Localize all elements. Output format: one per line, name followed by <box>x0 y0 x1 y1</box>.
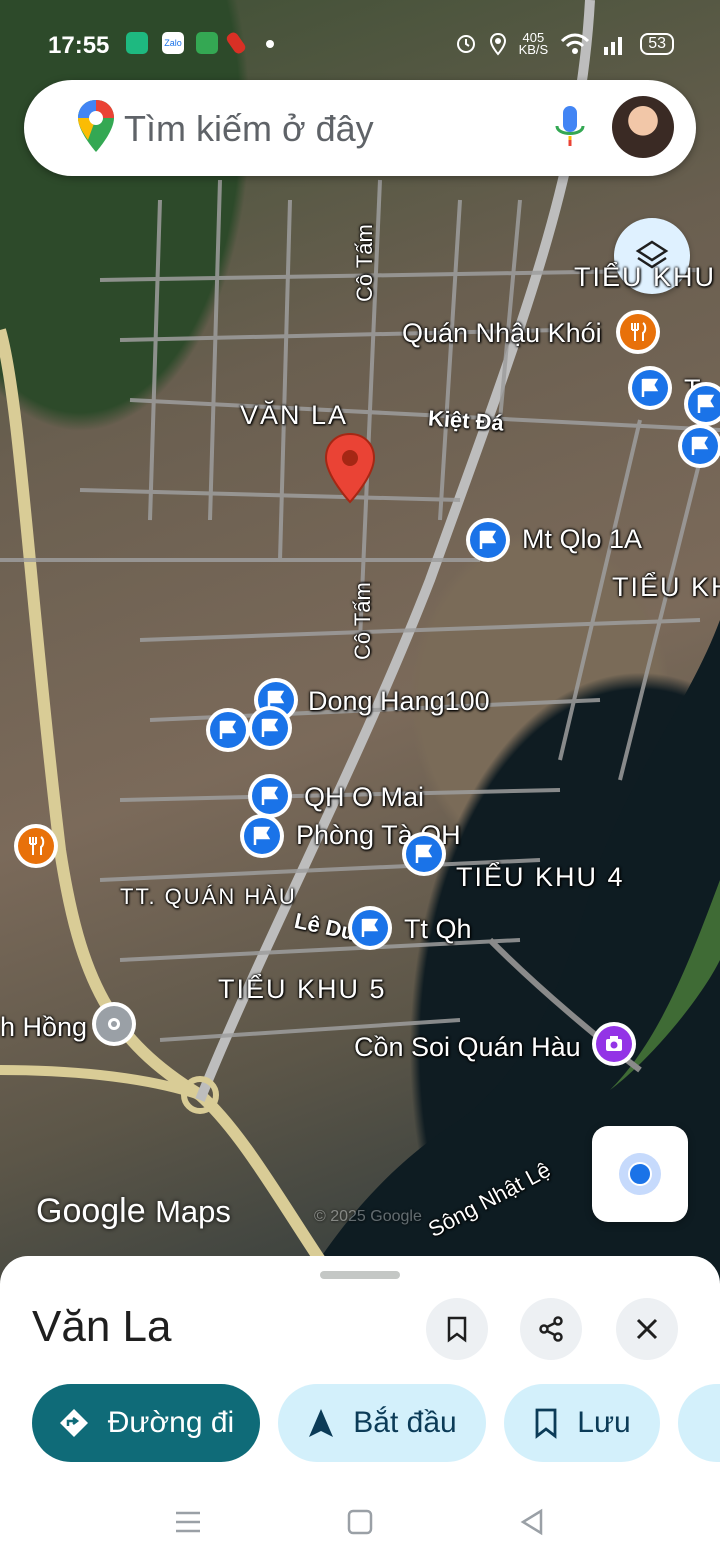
restaurant-pin[interactable] <box>616 310 660 354</box>
flag-pin[interactable] <box>248 706 292 750</box>
flag-pin[interactable] <box>248 774 292 818</box>
google-maps-logo-icon <box>78 100 114 152</box>
flag-pin[interactable] <box>466 518 510 562</box>
home-icon[interactable] <box>346 1508 374 1536</box>
fork-knife-icon <box>29 836 45 855</box>
start-label: Bắt đầu <box>353 1406 457 1439</box>
map-view[interactable]: 17:55 Zalo 405 KB/S 53 Tìm kiếm ở đây VĂ… <box>0 0 720 1290</box>
circle-dot-icon <box>108 1018 120 1030</box>
flag-pin[interactable] <box>206 708 250 752</box>
flag-icon <box>697 394 715 413</box>
flag-pin[interactable] <box>240 814 284 858</box>
place-title: Văn La <box>32 1302 172 1351</box>
area-label-tieu-khu-top: TIỂU KHU 1 <box>574 262 720 292</box>
start-navigation-button[interactable]: Bắt đầu <box>278 1384 486 1462</box>
signal-icon <box>604 37 623 55</box>
save-label: Lưu <box>577 1406 631 1439</box>
app-icon <box>196 32 218 54</box>
save-button[interactable]: Lưu <box>504 1384 660 1462</box>
selected-location-marker-icon[interactable] <box>324 432 376 504</box>
place-label-con-soi[interactable]: Cồn Soi Quán Hàu <box>354 1032 581 1063</box>
flag-pin[interactable] <box>402 832 446 876</box>
close-button[interactable] <box>616 1298 678 1360</box>
pen-icon <box>224 30 248 56</box>
location-status-icon <box>489 32 506 56</box>
wifi-icon <box>561 33 590 54</box>
fork-knife-icon <box>631 322 647 341</box>
google-maps-wordmark: Google Maps <box>36 1192 231 1231</box>
place-label-hong[interactable]: h Hồng <box>0 1012 87 1043</box>
dot-icon <box>266 40 274 48</box>
street-label-kiet-da: Kiệt Đá <box>427 405 505 436</box>
place-bottom-sheet: Văn La Đường đi Bắt đầu Lưu <box>0 1256 720 1560</box>
place-label-mt-qlo-1a[interactable]: Mt Qlo 1A <box>522 524 642 555</box>
account-avatar[interactable] <box>612 96 674 158</box>
place-label-qh-o-mai[interactable]: QH O Mai <box>304 782 424 813</box>
directions-icon <box>59 1409 88 1437</box>
area-label-tieu-khu-5: TIỂU KHU 5 <box>218 974 387 1004</box>
network-speed: 405 KB/S <box>518 31 549 57</box>
navigation-arrow-icon <box>309 1409 334 1437</box>
flag-icon <box>253 826 271 845</box>
battery-indicator: 53 <box>640 33 674 55</box>
area-label-van-la: VĂN LA <box>240 400 349 430</box>
directions-label: Đường đi <box>107 1406 235 1439</box>
status-bar: 17:55 Zalo 405 KB/S 53 <box>0 20 720 70</box>
share-chip-partial[interactable] <box>678 1384 720 1462</box>
share-button[interactable] <box>520 1298 582 1360</box>
flag-pin[interactable] <box>678 424 720 468</box>
status-right: 405 KB/S 53 <box>455 31 674 57</box>
wordmark-google: Google <box>36 1192 146 1230</box>
recent-apps-icon[interactable] <box>174 1510 202 1534</box>
wordmark-maps: Maps <box>155 1194 231 1229</box>
save-icon-button[interactable] <box>426 1298 488 1360</box>
area-label-tieu-khu-right: TIỂU KH <box>612 572 720 602</box>
transit-pin[interactable] <box>92 1002 136 1046</box>
flag-icon <box>641 378 659 397</box>
flag-pin[interactable] <box>628 366 672 410</box>
alarm-icon <box>456 35 475 53</box>
share-icon <box>539 1316 563 1342</box>
photo-spot-pin[interactable] <box>592 1022 636 1066</box>
close-icon <box>636 1318 658 1340</box>
search-bar[interactable]: Tìm kiếm ở đây <box>24 80 696 176</box>
back-icon[interactable] <box>518 1508 546 1536</box>
net-speed-unit: KB/S <box>518 42 549 57</box>
directions-button[interactable]: Đường đi <box>32 1384 260 1462</box>
sheet-drag-handle[interactable] <box>320 1271 400 1279</box>
flag-pin[interactable] <box>348 906 392 950</box>
flag-icon <box>479 530 497 549</box>
bookmark-icon <box>447 1316 467 1343</box>
flag-icon <box>219 720 237 739</box>
bookmark-icon <box>535 1408 557 1439</box>
flag-icon <box>691 436 709 455</box>
flag-icon <box>261 718 279 737</box>
street-label-co-tam-mid: Cô Tấm <box>350 582 375 660</box>
flag-icon <box>267 690 285 709</box>
messages-icon <box>126 32 148 54</box>
system-nav-bar <box>0 1496 720 1560</box>
flag-pin[interactable] <box>684 382 720 426</box>
flag-icon <box>261 786 279 805</box>
area-label-tieu-khu-4: TIỂU KHU 4 <box>456 862 625 892</box>
place-label-tt-qh[interactable]: Tt Qh <box>404 914 472 945</box>
flag-icon <box>361 918 379 937</box>
street-label-co-tam-top: Cô Tấm <box>352 224 377 302</box>
my-location-button[interactable] <box>592 1126 688 1222</box>
search-input[interactable]: Tìm kiếm ở đây <box>124 108 374 150</box>
status-time: 17:55 <box>48 32 110 59</box>
microphone-icon[interactable] <box>552 104 588 152</box>
place-label-quan-nhau-khoi[interactable]: Quán Nhậu Khói <box>402 318 602 349</box>
camera-icon <box>606 1036 622 1051</box>
restaurant-pin-left[interactable] <box>14 824 58 868</box>
place-label-dong-hang100[interactable]: Dong Hang100 <box>308 686 490 717</box>
copyright-watermark: © 2025 Google <box>314 1208 422 1225</box>
area-label-tt-quan-hau: TT. QUÁN HÀU <box>120 884 297 909</box>
flag-icon <box>415 844 433 863</box>
zalo-icon: Zalo <box>162 32 184 54</box>
